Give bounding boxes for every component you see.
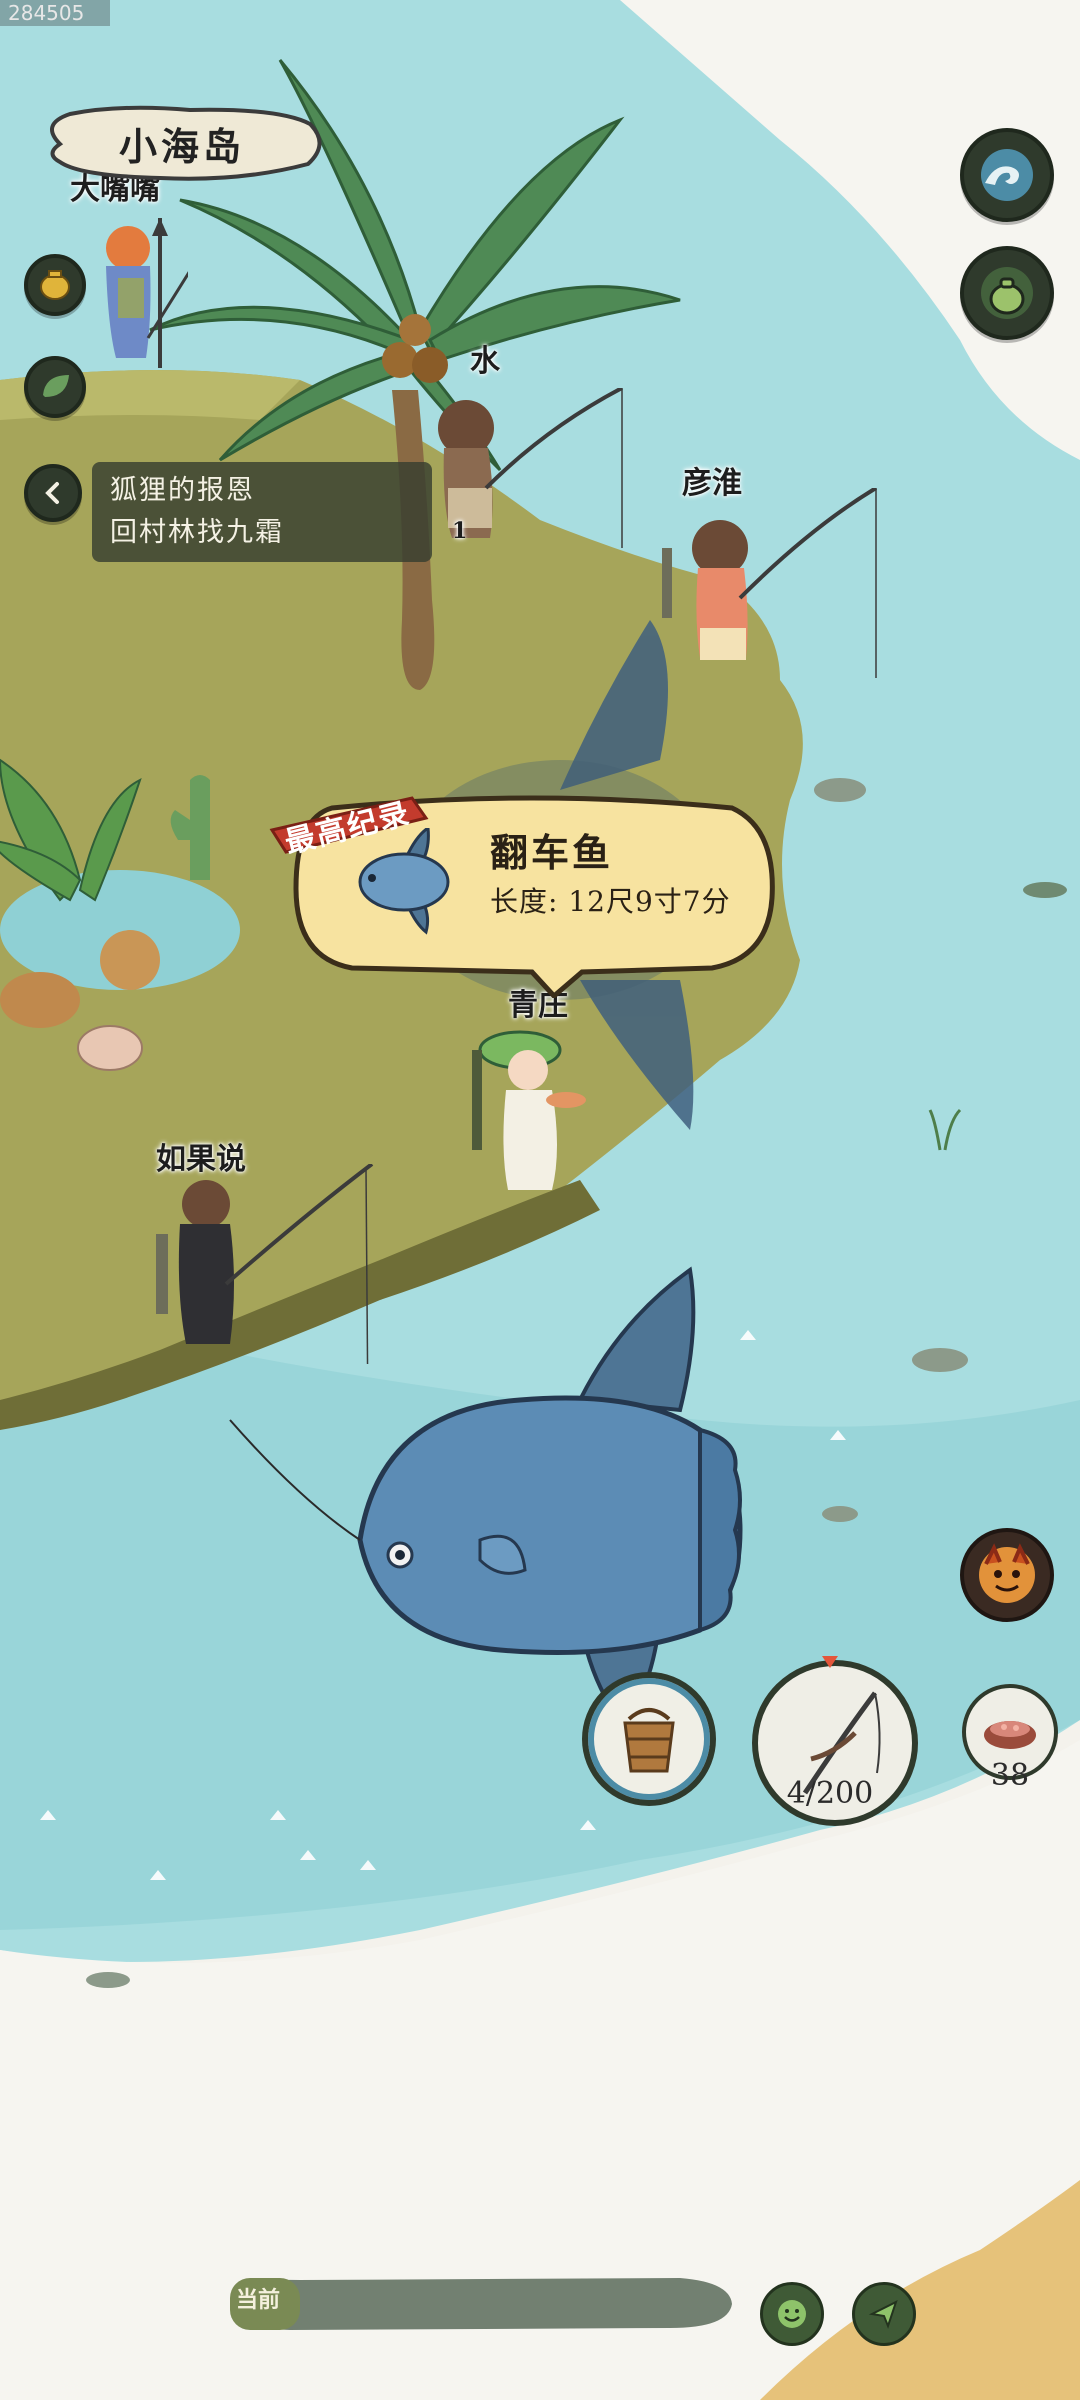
- quest-tracker[interactable]: 狐狸的报恩 回村林找九霜: [92, 462, 432, 562]
- player-avatar-center[interactable]: [472, 1030, 592, 1200]
- smile-icon: [778, 2300, 806, 2328]
- chevron-left-icon: [45, 482, 59, 504]
- corner-watermark: 284505: [0, 0, 110, 26]
- bait-count: 38: [990, 1758, 1030, 1793]
- wave-button[interactable]: [960, 128, 1054, 222]
- bucket-icon: [623, 1708, 675, 1773]
- location-name: 小海岛: [118, 123, 245, 169]
- quest-objective: 回村林找九霜: [110, 517, 284, 548]
- quest-collapse-button[interactable]: [24, 464, 82, 522]
- player-avatar-left[interactable]: [156, 1164, 376, 1364]
- demon-button[interactable]: [960, 1528, 1054, 1622]
- pot-button[interactable]: [960, 246, 1054, 340]
- game-scene[interactable]: 大嘴嘴 水 彦淮 青庄 如果说 1 284505 小海岛 狐狸的报恩 回村林找九…: [0, 0, 1080, 2400]
- bucket-button[interactable]: [582, 1672, 716, 1806]
- chat-bar[interactable]: [220, 2270, 740, 2336]
- leaf-button[interactable]: [24, 356, 86, 418]
- player-avatar-top-left[interactable]: [88, 218, 188, 388]
- player-name-center-top: 水: [470, 344, 500, 379]
- bait-bowl-icon: [984, 1721, 1036, 1749]
- rod-marker-icon: [822, 1656, 838, 1668]
- chat-channel-label[interactable]: 当前: [236, 2282, 280, 2314]
- record-fish-length: 长度: 12尺9寸7分: [490, 885, 731, 918]
- record-badge: 最高纪录: [262, 796, 432, 861]
- send-button[interactable]: [852, 2282, 916, 2346]
- player-name-right: 彦淮: [682, 466, 742, 501]
- leaf-icon: [43, 375, 69, 397]
- emoji-button[interactable]: [760, 2282, 824, 2346]
- location-banner[interactable]: 小海岛: [40, 104, 324, 182]
- wave-icon: [981, 149, 1033, 201]
- send-icon: [868, 2300, 898, 2329]
- pot-icon: [981, 267, 1033, 319]
- fisher-level-badge: 1: [452, 518, 468, 544]
- coin-pouch-button[interactable]: [24, 254, 86, 316]
- coin-pouch-icon: [40, 270, 70, 300]
- player-avatar-right[interactable]: [660, 488, 880, 688]
- demon-mask-icon: [979, 1543, 1035, 1603]
- quest-title: 狐狸的报恩: [110, 475, 255, 506]
- rod-durability: 4/200: [786, 1776, 874, 1811]
- player-name-left: 如果说: [156, 1142, 246, 1177]
- record-fish-name: 翻车鱼: [490, 830, 614, 875]
